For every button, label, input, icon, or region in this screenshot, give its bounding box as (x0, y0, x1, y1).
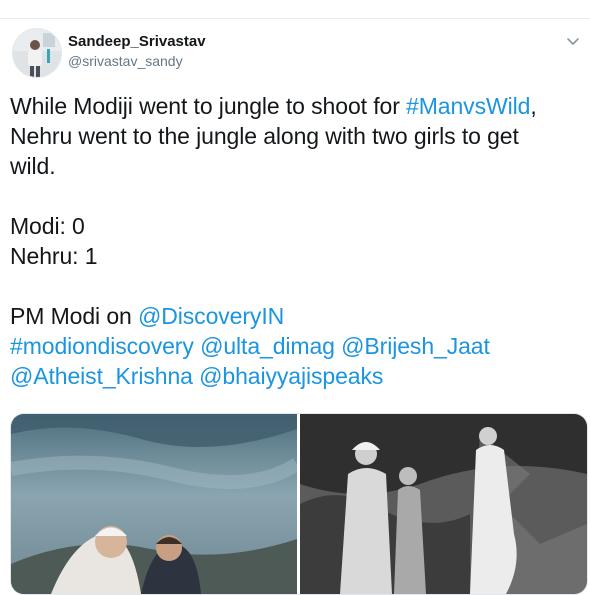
text-segment: PM Modi on (10, 303, 139, 329)
tweet-line: @Atheist_Krishna @bhaiyyajispeaks (10, 361, 580, 391)
text-segment: While Modiji went to jungle to shoot for (10, 93, 407, 119)
tweet-line: wild. (10, 153, 56, 179)
top-divider (0, 18, 590, 19)
mention-link[interactable]: @Atheist_Krishna (10, 363, 193, 389)
tweet-line: Nehru: 1 (10, 243, 98, 269)
text-segment: , (530, 93, 537, 119)
tweet-media[interactable] (10, 413, 588, 595)
media-photo-right[interactable] (300, 414, 587, 594)
avatar-photo (13, 29, 61, 77)
tweet-line: Nehru went to the jungle along with two … (10, 123, 519, 149)
tweet-text: While Modiji went to jungle to shoot for… (10, 91, 580, 391)
mention-link[interactable]: @Brijesh_Jaat (341, 333, 490, 359)
author-display-name[interactable]: Sandeep_Srivastav (68, 33, 206, 51)
tweet-line: #modiondiscovery @ulta_dimag @Brijesh_Ja… (10, 331, 580, 361)
author-handle[interactable]: @srivastav_sandy (68, 52, 206, 70)
mention-link[interactable]: @DiscoveryIN (138, 303, 284, 329)
mention-link[interactable]: @bhaiyyajispeaks (199, 363, 383, 389)
hashtag-link[interactable]: #modiondiscovery (10, 333, 194, 359)
chevron-down-icon[interactable] (566, 34, 580, 48)
media-photo-left[interactable] (11, 414, 301, 594)
avatar[interactable] (12, 28, 62, 78)
mention-link[interactable]: @ulta_dimag (200, 333, 335, 359)
hashtag-link[interactable]: #ManvsWild (406, 93, 530, 119)
tweet-line: While Modiji went to jungle to shoot for… (10, 91, 580, 121)
tweet-line: PM Modi on @DiscoveryIN (10, 301, 580, 331)
tweet-header: Sandeep_Srivastav @srivastav_sandy (68, 33, 206, 70)
tweet-line: Modi: 0 (10, 213, 85, 239)
